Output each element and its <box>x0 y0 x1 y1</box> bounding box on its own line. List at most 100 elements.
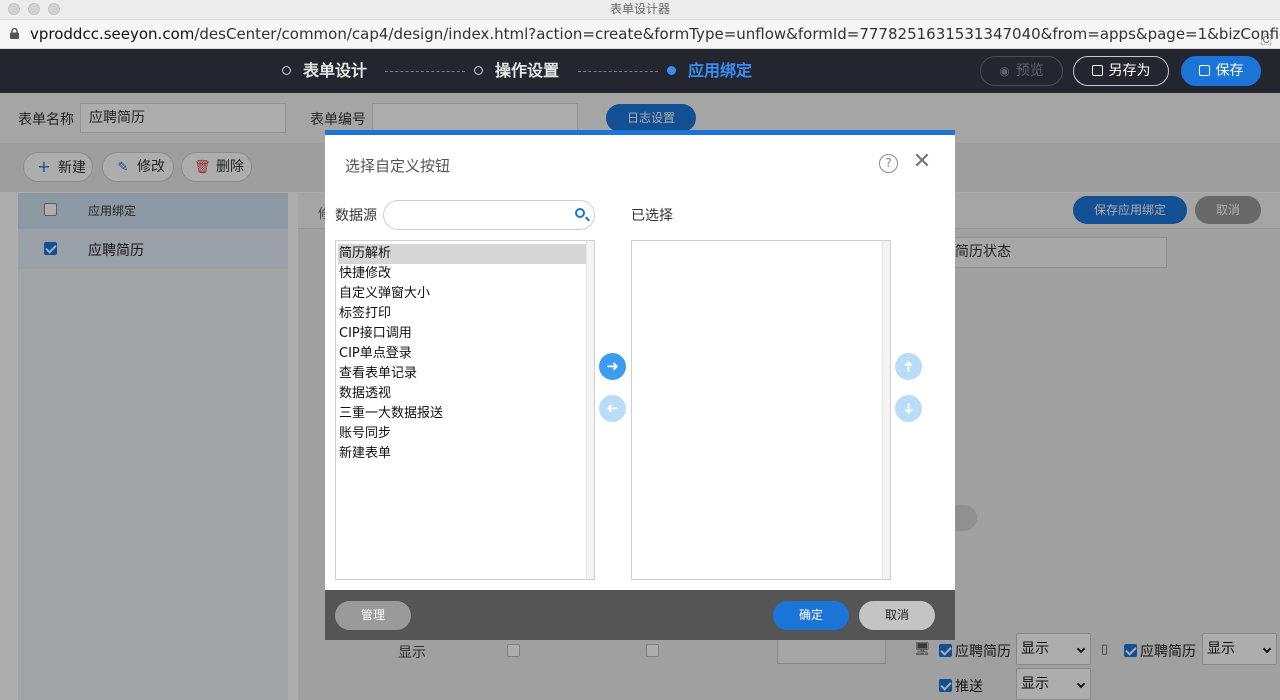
status-field[interactable]: 简历状态 <box>930 237 1167 268</box>
push-display-select[interactable]: 显示 <box>1016 668 1091 700</box>
move-right-button[interactable]: ➜ <box>599 353 626 380</box>
selected-label: 已选择 <box>631 208 673 224</box>
data-source-label: 数据源 <box>335 208 377 224</box>
list-item[interactable]: 标签打印 <box>338 304 391 324</box>
cancel-binding-button[interactable]: 取消 <box>1195 196 1261 224</box>
list-item[interactable]: 简历解析 <box>338 244 586 264</box>
step-operation-settings[interactable]: 操作设置 <box>474 49 559 93</box>
window-titlebar: 表单设计器 <box>0 0 1280 20</box>
zoom-window-button[interactable] <box>48 3 60 15</box>
dialog-footer: 管理 确定 取消 <box>325 590 955 640</box>
step-dot-icon <box>474 66 483 75</box>
table-row[interactable]: 应聘简历 <box>18 229 288 269</box>
trash-icon: 🗑 <box>194 160 211 175</box>
chevron-down-icon <box>1076 644 1086 654</box>
minimize-window-button[interactable] <box>28 3 40 15</box>
save-label: 保存 <box>1215 63 1244 79</box>
confirm-button[interactable]: 确定 <box>773 601 849 630</box>
window-title: 表单设计器 <box>609 2 670 16</box>
address-bar[interactable]: vproddcc.seeyon.com/desCenter/common/cap… <box>0 20 1280 49</box>
form-number-input[interactable] <box>372 103 578 133</box>
source-list-scrollbar[interactable] <box>586 241 594 579</box>
list-item[interactable]: CIP接口调用 <box>338 324 412 344</box>
push-checkbox[interactable] <box>939 679 952 692</box>
step-app-binding[interactable]: 应用绑定 <box>667 49 752 93</box>
push-label: 推送 <box>955 679 983 695</box>
source-list[interactable]: 简历解析 快捷修改 自定义弹窗大小 标签打印 CIP接口调用 CIP单点登录 查… <box>335 240 595 580</box>
pc-checkbox[interactable] <box>939 644 952 657</box>
selected-list-scrollbar[interactable] <box>882 241 890 579</box>
dialog-title: 选择自定义按钮 <box>345 157 451 175</box>
save-as-label: 另存为 <box>1108 63 1151 79</box>
mobile-display-select[interactable]: 显示 <box>1202 633 1277 665</box>
pc-select-value: 显示 <box>1021 641 1049 657</box>
preview-button[interactable]: ◉ 预览 <box>980 56 1063 86</box>
list-item[interactable]: 账号同步 <box>338 424 391 444</box>
list-item[interactable]: 数据透视 <box>338 384 391 404</box>
cancel-button[interactable]: 取消 <box>859 601 935 630</box>
select-all-checkbox[interactable] <box>44 203 57 216</box>
display-checkbox-2[interactable] <box>646 644 659 657</box>
step-label: 应用绑定 <box>688 61 753 80</box>
pc-label: 应聘简历 <box>955 644 1011 660</box>
edit-label: 修改 <box>137 159 165 175</box>
url-host: vproddcc.seeyon.com <box>30 25 195 43</box>
list-item[interactable]: 查看表单记录 <box>338 364 417 384</box>
selected-list[interactable] <box>631 240 891 580</box>
mobile-select-value: 显示 <box>1207 641 1235 657</box>
list-item[interactable]: 自定义弹窗大小 <box>338 284 430 304</box>
step-dot-icon <box>667 66 676 75</box>
save-icon <box>1198 65 1210 76</box>
delete-label: 删除 <box>216 159 244 175</box>
edit-icon: ✎ <box>117 160 129 175</box>
log-settings-button[interactable]: 日志设置 <box>606 104 696 132</box>
delete-button[interactable]: 🗑 删除 <box>181 152 252 182</box>
step-divider <box>578 71 658 72</box>
save-as-button[interactable]: 另存为 <box>1073 56 1169 86</box>
display-checkbox[interactable] <box>507 644 520 657</box>
chevron-down-icon <box>1262 644 1272 654</box>
plus-icon: + <box>37 157 51 176</box>
translate-icon[interactable]: 🇨 <box>1260 26 1272 48</box>
display-text: 显示 <box>398 645 426 661</box>
mobile-icon: ▯ <box>1101 642 1109 657</box>
row-checkbox[interactable] <box>44 242 57 255</box>
binding-list-header: 应用绑定 <box>18 193 288 229</box>
push-select-value: 显示 <box>1021 676 1049 692</box>
form-name-input[interactable]: 应聘简历 <box>80 103 286 133</box>
list-item[interactable]: 新建表单 <box>338 444 391 464</box>
move-left-button[interactable]: ➜ <box>599 395 626 422</box>
column-header: 应用绑定 <box>88 204 137 218</box>
list-item[interactable]: 快捷修改 <box>338 264 391 284</box>
save-button[interactable]: 保存 <box>1181 56 1261 86</box>
list-item[interactable]: CIP单点登录 <box>338 344 412 364</box>
mobile-checkbox[interactable] <box>1124 644 1137 657</box>
step-label: 操作设置 <box>495 61 560 80</box>
mobile-label: 应聘简历 <box>1140 644 1196 660</box>
close-icon[interactable]: ✕ <box>911 151 933 173</box>
search-icon[interactable] <box>575 208 585 218</box>
chevron-down-icon <box>1076 679 1086 689</box>
step-divider <box>385 71 465 72</box>
close-window-button[interactable] <box>8 3 20 15</box>
step-dot-icon <box>282 66 291 75</box>
save-binding-button[interactable]: 保存应用绑定 <box>1073 196 1187 224</box>
preview-label: 预览 <box>1015 63 1044 79</box>
edit-button[interactable]: ✎ 修改 <box>102 152 174 182</box>
step-form-design[interactable]: 表单设计 <box>282 49 367 93</box>
help-icon[interactable]: ? <box>879 154 898 173</box>
search-input[interactable] <box>383 200 595 230</box>
lock-icon <box>10 28 19 39</box>
save-as-icon <box>1091 65 1103 76</box>
url-path: /desCenter/common/cap4/design/index.html… <box>194 25 1280 43</box>
manage-button[interactable]: 管理 <box>335 601 411 630</box>
move-up-button[interactable]: ➜ <box>895 353 922 380</box>
list-item[interactable]: 三重一大数据报送 <box>338 404 443 424</box>
row-label: 应聘简历 <box>88 243 144 259</box>
form-name-label: 表单名称 <box>18 112 74 128</box>
step-label: 表单设计 <box>303 61 368 80</box>
desktop-icon: 🖥 <box>914 642 931 657</box>
move-down-button[interactable]: ➜ <box>895 395 922 422</box>
new-button[interactable]: + 新建 <box>23 152 93 182</box>
pc-display-select[interactable]: 显示 <box>1016 633 1091 665</box>
